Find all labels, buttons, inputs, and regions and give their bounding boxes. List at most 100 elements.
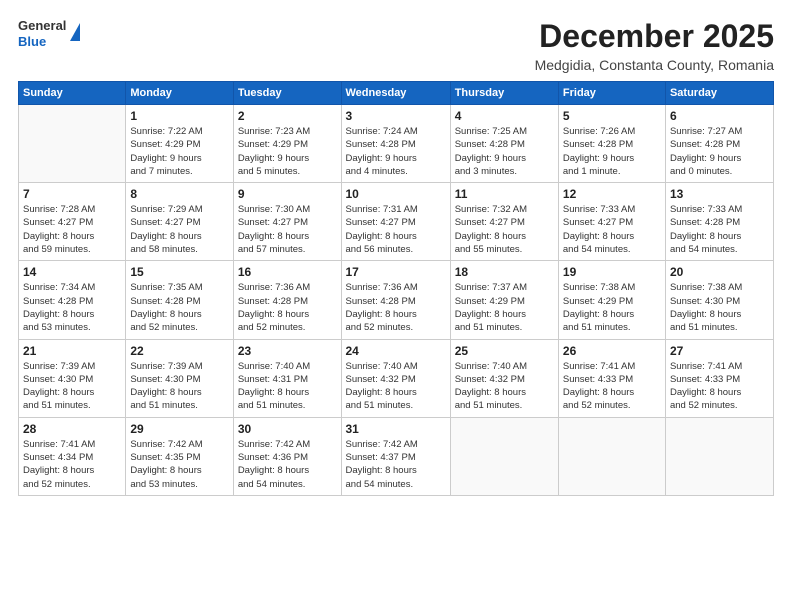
- day-number: 4: [455, 109, 554, 123]
- week-row-0: 1 Sunrise: 7:22 AMSunset: 4:29 PMDaylight…: [19, 105, 774, 183]
- day-cell: 6 Sunrise: 7:27 AMSunset: 4:28 PMDaylight…: [665, 105, 773, 183]
- day-cell: 15Sunrise: 7:35 AMSunset: 4:28 PMDayligh…: [126, 261, 233, 339]
- logo-text: General Blue: [18, 18, 66, 49]
- day-cell: 7 Sunrise: 7:28 AMSunset: 4:27 PMDaylight…: [19, 183, 126, 261]
- day-info: Sunrise: 7:42 AMSunset: 4:36 PMDaylight:…: [238, 438, 337, 491]
- day-number: 6: [670, 109, 769, 123]
- day-cell: 30 Sunrise: 7:42 AMSunset: 4:36 PMDayligh…: [233, 417, 341, 495]
- day-info: Sunrise: 7:37 AMSunset: 4:29 PMDaylight:…: [455, 281, 554, 334]
- day-cell: 21 Sunrise: 7:39 AMSunset: 4:30 PMDayligh…: [19, 339, 126, 417]
- day-info: Sunrise: 7:34 AMSunset: 4:28 PMDaylight:…: [23, 281, 121, 334]
- day-cell: 24Sunrise: 7:40 AMSunset: 4:32 PMDayligh…: [341, 339, 450, 417]
- header-row: Sunday Monday Tuesday Wednesday Thursday…: [19, 82, 774, 105]
- day-cell: 22 Sunrise: 7:39 AMSunset: 4:30 PMDayligh…: [126, 339, 233, 417]
- day-info: Sunrise: 7:32 AMSunset: 4:27 PMDaylight:…: [455, 203, 554, 256]
- day-cell: 17 Sunrise: 7:36 AMSunset: 4:28 PMDayligh…: [341, 261, 450, 339]
- day-info: Sunrise: 7:33 AMSunset: 4:28 PMDaylight:…: [670, 203, 769, 256]
- day-info: Sunrise: 7:28 AMSunset: 4:27 PMDaylight:…: [23, 203, 121, 256]
- day-cell: 8Sunrise: 7:29 AMSunset: 4:27 PMDaylight…: [126, 183, 233, 261]
- day-cell: 19 Sunrise: 7:38 AMSunset: 4:29 PMDayligh…: [558, 261, 665, 339]
- day-cell: 27Sunrise: 7:41 AMSunset: 4:33 PMDayligh…: [665, 339, 773, 417]
- day-info: Sunrise: 7:24 AMSunset: 4:28 PMDaylight:…: [346, 125, 446, 178]
- day-cell: 12Sunrise: 7:33 AMSunset: 4:27 PMDayligh…: [558, 183, 665, 261]
- day-cell: 29 Sunrise: 7:42 AMSunset: 4:35 PMDayligh…: [126, 417, 233, 495]
- day-info: Sunrise: 7:27 AMSunset: 4:28 PMDaylight:…: [670, 125, 769, 178]
- week-row-1: 7 Sunrise: 7:28 AMSunset: 4:27 PMDaylight…: [19, 183, 774, 261]
- day-cell: 3 Sunrise: 7:24 AMSunset: 4:28 PMDaylight…: [341, 105, 450, 183]
- week-row-4: 28 Sunrise: 7:41 AMSunset: 4:34 PMDayligh…: [19, 417, 774, 495]
- day-info: Sunrise: 7:36 AMSunset: 4:28 PMDaylight:…: [346, 281, 446, 334]
- day-number: 5: [563, 109, 661, 123]
- day-number: 31: [346, 422, 446, 436]
- day-info: Sunrise: 7:40 AMSunset: 4:31 PMDaylight:…: [238, 360, 337, 413]
- header-sunday: Sunday: [19, 82, 126, 105]
- header-tuesday: Tuesday: [233, 82, 341, 105]
- day-cell: 10 Sunrise: 7:31 AMSunset: 4:27 PMDayligh…: [341, 183, 450, 261]
- day-cell: 18 Sunrise: 7:37 AMSunset: 4:29 PMDayligh…: [450, 261, 558, 339]
- day-info: Sunrise: 7:33 AMSunset: 4:27 PMDaylight:…: [563, 203, 661, 256]
- title-month: December 2025: [535, 18, 774, 55]
- day-cell: 11 Sunrise: 7:32 AMSunset: 4:27 PMDayligh…: [450, 183, 558, 261]
- day-info: Sunrise: 7:39 AMSunset: 4:30 PMDaylight:…: [23, 360, 121, 413]
- day-number: 1: [130, 109, 228, 123]
- day-number: 7: [23, 187, 121, 201]
- day-cell: 14 Sunrise: 7:34 AMSunset: 4:28 PMDayligh…: [19, 261, 126, 339]
- day-cell: [450, 417, 558, 495]
- day-number: 28: [23, 422, 121, 436]
- day-info: Sunrise: 7:39 AMSunset: 4:30 PMDaylight:…: [130, 360, 228, 413]
- header-saturday: Saturday: [665, 82, 773, 105]
- day-info: Sunrise: 7:30 AMSunset: 4:27 PMDaylight:…: [238, 203, 337, 256]
- calendar-body: 1 Sunrise: 7:22 AMSunset: 4:29 PMDaylight…: [19, 105, 774, 496]
- day-number: 25: [455, 344, 554, 358]
- day-number: 20: [670, 265, 769, 279]
- day-number: 16: [238, 265, 337, 279]
- day-cell: 25Sunrise: 7:40 AMSunset: 4:32 PMDayligh…: [450, 339, 558, 417]
- header-monday: Monday: [126, 82, 233, 105]
- day-number: 29: [130, 422, 228, 436]
- logo-triangle-icon: [70, 23, 80, 41]
- calendar-header: Sunday Monday Tuesday Wednesday Thursday…: [19, 82, 774, 105]
- day-cell: 16 Sunrise: 7:36 AMSunset: 4:28 PMDayligh…: [233, 261, 341, 339]
- day-info: Sunrise: 7:25 AMSunset: 4:28 PMDaylight:…: [455, 125, 554, 178]
- day-number: 11: [455, 187, 554, 201]
- day-cell: 2Sunrise: 7:23 AMSunset: 4:29 PMDaylight…: [233, 105, 341, 183]
- day-number: 23: [238, 344, 337, 358]
- week-row-2: 14 Sunrise: 7:34 AMSunset: 4:28 PMDayligh…: [19, 261, 774, 339]
- day-info: Sunrise: 7:36 AMSunset: 4:28 PMDaylight:…: [238, 281, 337, 334]
- day-number: 27: [670, 344, 769, 358]
- header-friday: Friday: [558, 82, 665, 105]
- day-info: Sunrise: 7:42 AMSunset: 4:37 PMDaylight:…: [346, 438, 446, 491]
- day-cell: [665, 417, 773, 495]
- day-info: Sunrise: 7:23 AMSunset: 4:29 PMDaylight:…: [238, 125, 337, 178]
- day-number: 8: [130, 187, 228, 201]
- day-number: 9: [238, 187, 337, 201]
- logo-blue: Blue: [18, 34, 66, 50]
- day-number: 17: [346, 265, 446, 279]
- day-info: Sunrise: 7:22 AMSunset: 4:29 PMDaylight:…: [130, 125, 228, 178]
- day-cell: 5Sunrise: 7:26 AMSunset: 4:28 PMDaylight…: [558, 105, 665, 183]
- title-location: Medgidia, Constanta County, Romania: [535, 57, 774, 73]
- day-info: Sunrise: 7:41 AMSunset: 4:33 PMDaylight:…: [563, 360, 661, 413]
- day-number: 10: [346, 187, 446, 201]
- day-info: Sunrise: 7:31 AMSunset: 4:27 PMDaylight:…: [346, 203, 446, 256]
- day-number: 18: [455, 265, 554, 279]
- day-number: 30: [238, 422, 337, 436]
- day-info: Sunrise: 7:42 AMSunset: 4:35 PMDaylight:…: [130, 438, 228, 491]
- logo-general: General: [18, 18, 66, 34]
- day-info: Sunrise: 7:41 AMSunset: 4:34 PMDaylight:…: [23, 438, 121, 491]
- day-number: 14: [23, 265, 121, 279]
- day-number: 19: [563, 265, 661, 279]
- day-number: 24: [346, 344, 446, 358]
- day-number: 3: [346, 109, 446, 123]
- day-number: 26: [563, 344, 661, 358]
- day-cell: [558, 417, 665, 495]
- day-number: 22: [130, 344, 228, 358]
- day-number: 21: [23, 344, 121, 358]
- day-info: Sunrise: 7:38 AMSunset: 4:29 PMDaylight:…: [563, 281, 661, 334]
- day-info: Sunrise: 7:38 AMSunset: 4:30 PMDaylight:…: [670, 281, 769, 334]
- page: General Blue December 2025 Medgidia, Con…: [0, 0, 792, 612]
- day-cell: [19, 105, 126, 183]
- header: General Blue December 2025 Medgidia, Con…: [18, 18, 774, 73]
- day-cell: 31 Sunrise: 7:42 AMSunset: 4:37 PMDayligh…: [341, 417, 450, 495]
- day-cell: 20 Sunrise: 7:38 AMSunset: 4:30 PMDayligh…: [665, 261, 773, 339]
